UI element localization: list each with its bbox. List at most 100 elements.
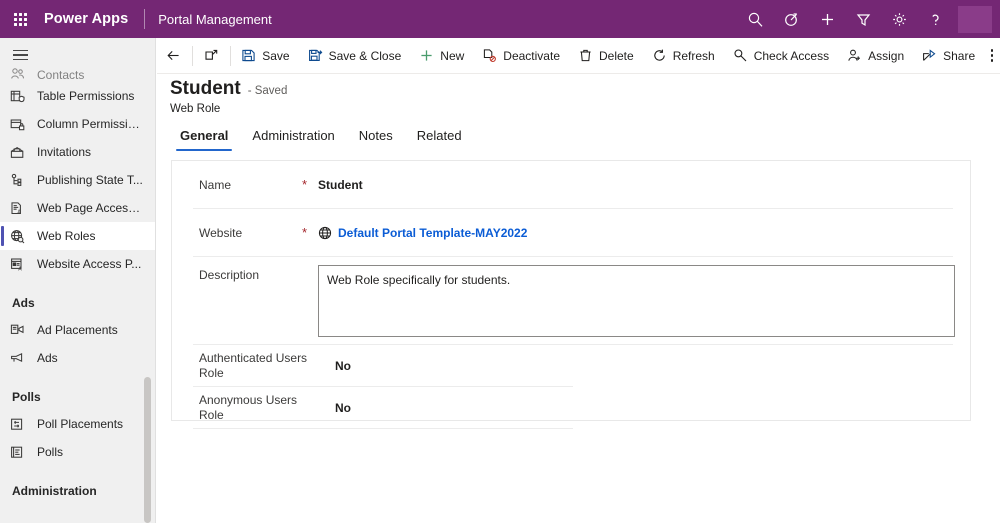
deactivate-button[interactable]: Deactivate <box>473 38 569 74</box>
sidebar-item-polls[interactable]: Polls <box>0 438 155 466</box>
check-access-button[interactable]: Check Access <box>724 38 838 74</box>
sidebar-item-label: Table Permissions <box>32 89 134 103</box>
people-icon <box>10 68 32 82</box>
sidebar-item-label: Polls <box>32 445 63 459</box>
share-button[interactable]: Share <box>913 38 984 74</box>
brand-label[interactable]: Power Apps <box>40 11 128 27</box>
form-header: Student - Saved Web Role <box>170 78 287 115</box>
assign-button[interactable]: Assign <box>838 38 913 74</box>
sidebar-item-ad-placements[interactable]: Ad Placements <box>0 316 155 344</box>
sidebar-item-label: Ads <box>32 351 58 365</box>
command-label: Refresh <box>673 49 715 63</box>
sidebar-item-label: Publishing State T... <box>32 173 143 187</box>
field-row-authenticated-users-role: Authenticated Users Role No <box>172 345 970 387</box>
command-label: Deactivate <box>503 49 560 63</box>
field-row-description: Description <box>172 257 970 345</box>
field-row-name: Name * Student <box>172 161 970 209</box>
open-in-new-window-icon[interactable] <box>195 38 228 74</box>
key-icon <box>733 48 748 63</box>
header-divider <box>144 9 145 29</box>
field-row-website: Website * Default Portal Template-MAY202… <box>172 209 970 257</box>
back-button[interactable] <box>157 38 190 74</box>
sidebar-item-column-permissions[interactable]: Column Permissio... <box>0 110 155 138</box>
svg-text:A: A <box>17 209 21 215</box>
trash-icon <box>578 48 593 63</box>
field-value-name[interactable]: Student <box>318 178 363 192</box>
sidebar-item-web-page-access-control-rules[interactable]: A Web Page Access ... <box>0 194 155 222</box>
field-value-anonymous-users-role[interactable]: No <box>322 401 351 415</box>
sidebar-item-label: Invitations <box>32 145 91 159</box>
help-icon[interactable] <box>917 0 953 38</box>
app-name-label: Portal Management <box>158 12 271 27</box>
command-label: Save & Close <box>329 49 402 63</box>
sidebar-scrollbar-track[interactable] <box>144 92 151 523</box>
globe-role-icon <box>10 227 32 245</box>
filter-icon[interactable] <box>845 0 881 38</box>
sidebar-item-contacts[interactable]: Contacts <box>0 68 155 82</box>
sidebar-item-publishing-state-transitions[interactable]: Publishing State T... <box>0 166 155 194</box>
command-bar: Save Save & Close New D <box>157 38 1000 74</box>
page-title: Student <box>170 78 241 100</box>
command-label: Save <box>262 49 289 63</box>
field-row-anonymous-users-role: Anonymous Users Role No <box>172 387 970 429</box>
globe-icon <box>318 226 332 240</box>
target-icon[interactable] <box>773 0 809 38</box>
gear-icon[interactable] <box>881 0 917 38</box>
field-value-authenticated-users-role[interactable]: No <box>322 359 351 373</box>
column-lock-icon <box>10 115 32 133</box>
sidebar-item-poll-placements[interactable]: Poll Placements <box>0 410 155 438</box>
sidebar-scrollbar-thumb[interactable] <box>144 377 151 523</box>
poll-placement-icon <box>10 415 32 433</box>
new-button[interactable]: New <box>410 38 473 74</box>
field-value-website[interactable]: Default Portal Template-MAY2022 <box>338 226 527 240</box>
sidebar-item-label: Column Permissio... <box>32 117 144 131</box>
description-input[interactable] <box>318 265 955 337</box>
avatar[interactable] <box>958 6 992 33</box>
refresh-button[interactable]: Refresh <box>643 38 724 74</box>
workflow-icon <box>10 171 32 189</box>
sidebar-nav-list: Contacts Table Permissions <box>0 68 155 504</box>
form-tabs: General Administration Notes Related <box>168 128 474 151</box>
plus-icon[interactable] <box>809 0 845 38</box>
website-value-wrapper[interactable]: Default Portal Template-MAY2022 <box>318 226 527 240</box>
command-label: Share <box>943 49 975 63</box>
deactivate-icon <box>482 48 497 63</box>
save-button[interactable]: Save <box>232 38 298 74</box>
search-icon[interactable] <box>737 0 773 38</box>
delete-button[interactable]: Delete <box>569 38 643 74</box>
sidebar-item-website-access-permissions[interactable]: A Website Access P... <box>0 250 155 278</box>
refresh-icon <box>652 48 667 63</box>
website-access-icon: A <box>10 255 32 273</box>
app-launcher-icon[interactable] <box>0 0 40 38</box>
save-icon <box>241 48 256 63</box>
save-close-icon <box>308 48 323 63</box>
save-status-label: - Saved <box>248 85 288 97</box>
share-icon <box>922 48 937 63</box>
sidebar-group-administration: Administration <box>0 474 155 504</box>
tab-related[interactable]: Related <box>405 128 474 151</box>
sidebar-item-label: Website Access P... <box>32 257 141 271</box>
sidebar-item-table-permissions[interactable]: Table Permissions <box>0 82 155 110</box>
ad-placement-icon <box>10 321 32 339</box>
more-commands-button[interactable] <box>984 38 1000 74</box>
envelope-icon <box>10 143 32 161</box>
tab-notes[interactable]: Notes <box>347 128 405 151</box>
field-label-anonymous-users-role: Anonymous Users Role <box>172 393 322 423</box>
table-shield-icon <box>10 87 32 105</box>
sidebar-item-ads[interactable]: Ads <box>0 344 155 372</box>
entity-name-label: Web Role <box>170 103 287 115</box>
record-title-row: Student - Saved <box>170 78 287 100</box>
sidebar-item-invitations[interactable]: Invitations <box>0 138 155 166</box>
page-access-icon: A <box>10 199 32 217</box>
save-and-close-button[interactable]: Save & Close <box>299 38 411 74</box>
field-label-authenticated-users-role: Authenticated Users Role <box>172 351 322 381</box>
plus-icon <box>419 48 434 63</box>
app-header: Power Apps Portal Management <box>0 0 1000 38</box>
tab-general[interactable]: General <box>168 128 240 151</box>
sidebar-item-web-roles[interactable]: Web Roles <box>0 222 155 250</box>
command-label: Assign <box>868 49 904 63</box>
tab-administration[interactable]: Administration <box>240 128 346 151</box>
site-map-toggle-icon[interactable] <box>0 42 40 68</box>
sidebar-item-label: Ad Placements <box>32 323 118 337</box>
sidebar-item-label: Contacts <box>32 68 84 82</box>
